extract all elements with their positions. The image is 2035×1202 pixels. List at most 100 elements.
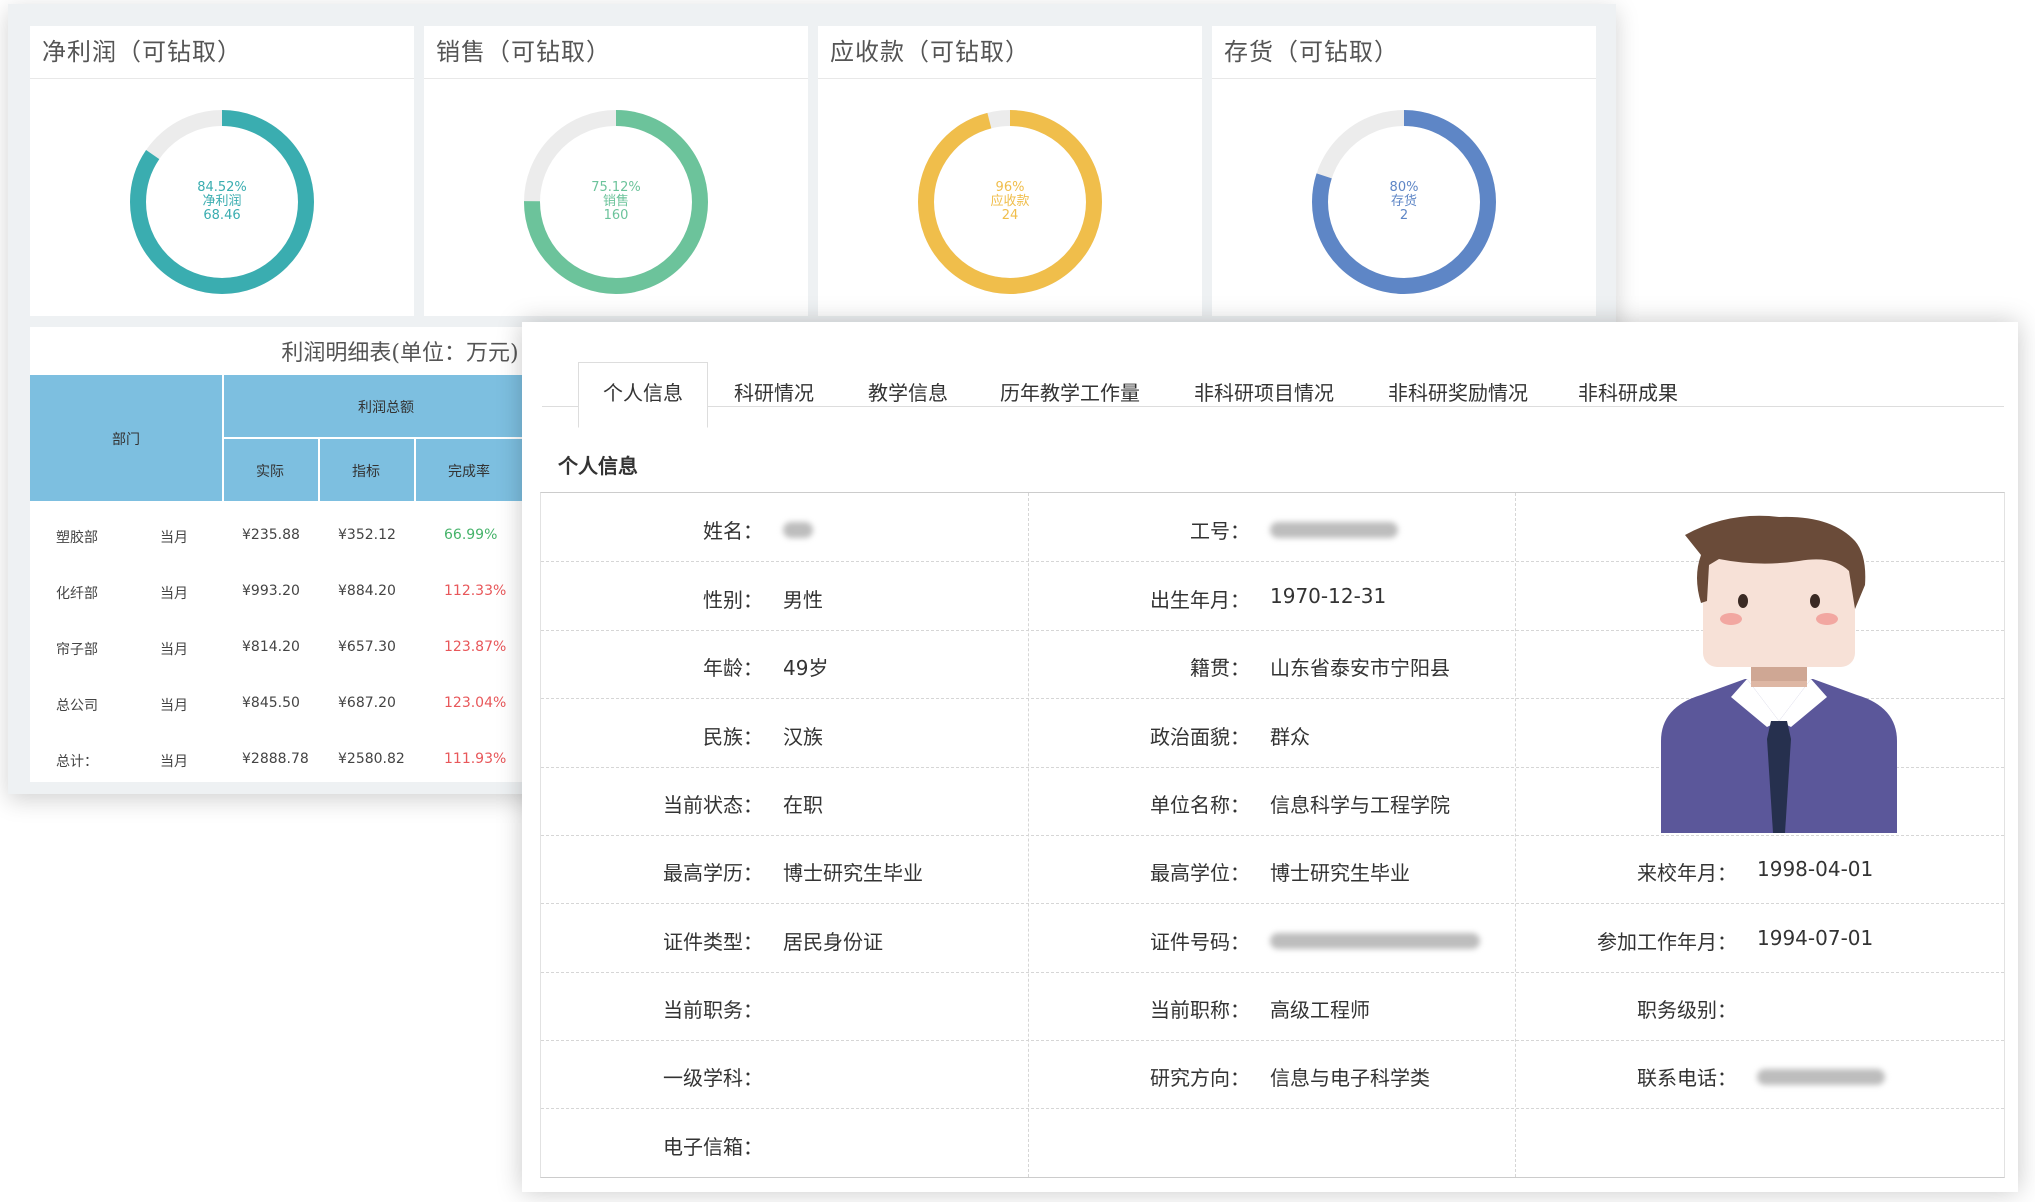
value-id-type: 居民身份证 — [783, 930, 883, 954]
label-political-status: 政治面貌： — [1150, 725, 1250, 749]
value-phone — [1757, 1066, 1885, 1090]
label-current-post: 当前职务： — [663, 998, 763, 1022]
label-research-direction: 研究方向： — [1150, 1066, 1250, 1090]
header-target: 指标 — [352, 464, 380, 480]
label-unit: 单位名称： — [1150, 793, 1250, 817]
table-row[interactable]: 化纤部 当月 ¥993.20 ¥884.20 112.33% — [30, 565, 550, 621]
tab-personal-info[interactable]: 个人信息 — [578, 362, 708, 428]
value-name — [783, 519, 813, 543]
cell-period: 当月 — [160, 754, 188, 770]
tab-non-research-projects[interactable]: 非科研项目情况 — [1194, 360, 1334, 426]
header-actual: 实际 — [256, 464, 284, 480]
label-birth: 出生年月： — [1150, 588, 1250, 612]
label-id-number: 证件号码： — [1150, 930, 1250, 954]
personal-info-window: 个人信息 科研情况 教学信息 历年教学工作量 非科研项目情况 非科研奖励情况 非… — [522, 322, 2018, 1192]
cell-dept: 塑胶部 — [56, 530, 98, 546]
label-work-start: 参加工作年月： — [1597, 930, 1737, 954]
donut-label: 96% 应收款 24 — [914, 106, 1106, 298]
cell-actual: ¥845.50 — [242, 695, 300, 711]
cell-dept: 帘子部 — [56, 642, 98, 658]
receivable-card[interactable]: 应收款（可钻取） 96% 应收款 24 — [818, 26, 1202, 316]
cell-rate: 123.87% — [444, 639, 507, 655]
cell-rate: 112.33% — [444, 583, 507, 599]
value-birth: 1970-12-31 — [1270, 584, 1387, 608]
info-grid: 姓名： 工号： 性别： 男性 出生年月： 1970-12-31 年龄： 49岁 … — [540, 492, 2005, 1178]
cell-actual: ¥2888.78 — [242, 751, 309, 767]
value-unit: 信息科学与工程学院 — [1270, 793, 1450, 817]
value-research-direction: 信息与电子科学类 — [1270, 1066, 1430, 1090]
cell-rate: 123.04% — [444, 695, 507, 711]
donut-value: 160 — [603, 208, 629, 223]
label-arrival-date: 来校年月： — [1637, 861, 1737, 885]
label-email: 电子信箱： — [663, 1135, 763, 1159]
cell-dept: 总公司 — [56, 698, 98, 714]
value-age: 49岁 — [783, 656, 829, 680]
label-degree: 最高学位： — [1150, 861, 1250, 885]
cell-period: 当月 — [160, 586, 188, 602]
tab-teaching-workload[interactable]: 历年教学工作量 — [1000, 360, 1140, 426]
label-gender: 性别： — [703, 588, 763, 612]
cell-actual: ¥993.20 — [242, 583, 300, 599]
donut-name: 应收款 — [990, 194, 1030, 209]
cell-actual: ¥235.88 — [242, 527, 300, 543]
header-rate: 完成率 — [448, 464, 490, 480]
section-title: 个人信息 — [558, 454, 638, 478]
profit-detail-table: 利润明细表(单位：万元) 部门 利润总额 实际 指标 完成率 塑胶部 当月 ¥2… — [30, 327, 550, 782]
tab-teaching[interactable]: 教学信息 — [868, 360, 948, 426]
label-age: 年龄： — [703, 656, 763, 680]
value-gender: 男性 — [783, 588, 823, 612]
donut-percent: 84.52% — [197, 180, 247, 195]
cell-target: ¥352.12 — [338, 527, 396, 543]
table-row[interactable]: 总公司 当月 ¥845.50 ¥687.20 123.04% — [30, 677, 550, 733]
donut-label: 75.12% 销售 160 — [520, 106, 712, 298]
card-title: 存货（可钻取） — [1224, 38, 1399, 66]
donut-percent: 96% — [995, 180, 1025, 195]
value-education: 博士研究生毕业 — [783, 861, 923, 885]
label-ethnicity: 民族： — [703, 725, 763, 749]
donut-name: 销售 — [602, 194, 629, 209]
table-row[interactable]: 塑胶部 当月 ¥235.88 ¥352.12 66.99% — [30, 509, 550, 565]
donut-value: 24 — [1001, 208, 1019, 223]
label-staff-no: 工号： — [1190, 519, 1250, 543]
cell-rate: 66.99% — [444, 527, 498, 543]
label-id-type: 证件类型： — [663, 930, 763, 954]
label-education: 最高学历： — [663, 861, 763, 885]
tab-non-research-awards[interactable]: 非科研奖励情况 — [1388, 360, 1528, 426]
cell-target: ¥657.30 — [338, 639, 396, 655]
cell-period: 当月 — [160, 530, 188, 546]
label-native-place: 籍贯： — [1190, 656, 1250, 680]
inventory-card[interactable]: 存货（可钻取） 80% 存货 2 — [1212, 26, 1596, 316]
donut-label: 84.52% 净利润 68.46 — [126, 106, 318, 298]
label-current-title: 当前职称： — [1150, 998, 1250, 1022]
table-row[interactable]: 帘子部 当月 ¥814.20 ¥657.30 123.87% — [30, 621, 550, 677]
donut-value: 68.46 — [203, 208, 241, 223]
card-title: 净利润（可钻取） — [42, 38, 242, 66]
header-profit: 利润总额 — [358, 400, 414, 416]
value-id-number — [1270, 930, 1480, 954]
tab-non-research-results[interactable]: 非科研成果 — [1578, 360, 1678, 426]
avatar — [1661, 515, 1897, 833]
value-ethnicity: 汉族 — [783, 725, 823, 749]
tab-bar: 个人信息 科研情况 教学信息 历年教学工作量 非科研项目情况 非科研奖励情况 非… — [542, 342, 2004, 428]
value-work-start: 1994-07-01 — [1757, 926, 1874, 950]
cell-target: ¥884.20 — [338, 583, 396, 599]
value-native-place: 山东省泰安市宁阳县 — [1270, 656, 1450, 680]
cell-target: ¥2580.82 — [338, 751, 405, 767]
label-subject: 一级学科： — [663, 1066, 763, 1090]
donut-value: 2 — [1399, 208, 1409, 223]
cell-dept: 化纤部 — [56, 586, 98, 602]
value-current-status: 在职 — [783, 793, 823, 817]
donut-percent: 80% — [1389, 180, 1419, 195]
label-name: 姓名： — [703, 519, 763, 543]
cell-target: ¥687.20 — [338, 695, 396, 711]
donut-name: 存货 — [1390, 194, 1417, 209]
card-title: 应收款（可钻取） — [830, 38, 1030, 66]
label-phone: 联系电话： — [1637, 1066, 1737, 1090]
cell-period: 当月 — [160, 642, 188, 658]
table-row[interactable]: 总计： 当月 ¥2888.78 ¥2580.82 111.93% — [30, 733, 550, 789]
tab-research[interactable]: 科研情况 — [734, 360, 814, 426]
value-current-title: 高级工程师 — [1270, 998, 1370, 1022]
net-profit-card[interactable]: 净利润（可钻取） 84.52% 净利润 68.46 — [30, 26, 414, 316]
donut-label: 80% 存货 2 — [1308, 106, 1500, 298]
sales-card[interactable]: 销售（可钻取） 75.12% 销售 160 — [424, 26, 808, 316]
